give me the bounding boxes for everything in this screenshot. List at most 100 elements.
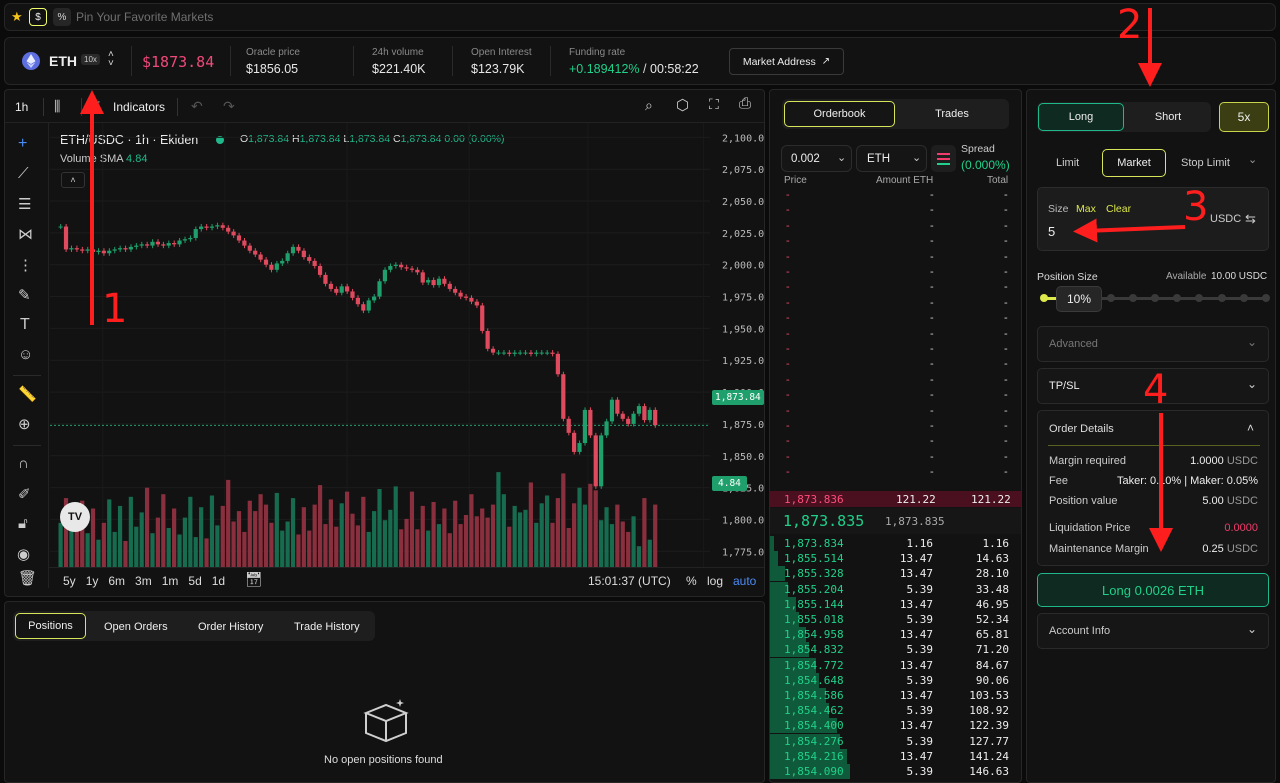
bid-row[interactable]: 1,854.772 13.47 84.67 — [770, 657, 1021, 673]
ask-row[interactable]: --- — [770, 219, 1021, 234]
slider-tick[interactable] — [1262, 294, 1270, 302]
slider-tick[interactable] — [1239, 294, 1248, 302]
candle-type-icon[interactable]: ⫼ — [54, 98, 60, 115]
tab-orderbook[interactable]: Orderbook — [784, 101, 895, 127]
ask-row[interactable]: --- — [770, 234, 1021, 249]
ask-row[interactable]: --- — [770, 419, 1021, 434]
time-range-button[interactable]: 6m — [108, 574, 125, 588]
tab-trades[interactable]: Trades — [897, 101, 1007, 127]
asset-select[interactable]: ETH ⌄ — [856, 145, 927, 172]
bid-row[interactable]: 1,873.834 1.16 1.16 — [770, 536, 1021, 551]
slider-tick[interactable] — [1217, 294, 1226, 302]
book-view-toggle[interactable] — [931, 145, 956, 172]
percent-scale-toggle[interactable]: % — [686, 574, 697, 588]
ask-row[interactable]: --- — [770, 296, 1021, 311]
ask-row[interactable]: --- — [770, 404, 1021, 419]
size-input-box[interactable]: Size Max Clear 5 USDC ⇆ — [1037, 187, 1269, 251]
tpsl-accordion[interactable]: TP/SL ⌄ — [1037, 368, 1269, 404]
bid-row[interactable]: 1,854.586 13.47 103.53 — [770, 688, 1021, 703]
submit-long-button[interactable]: Long 0.0026 ETH — [1037, 573, 1269, 607]
order-type-limit[interactable]: Limit — [1056, 157, 1079, 169]
ask-row[interactable]: --- — [770, 280, 1021, 295]
slider-tick[interactable] — [1151, 294, 1159, 302]
ask-row[interactable]: --- — [770, 203, 1021, 218]
ask-row[interactable]: --- — [770, 388, 1021, 403]
time-range-button[interactable]: 1y — [86, 574, 99, 588]
trend-line-icon[interactable]: ⟋ — [18, 165, 29, 182]
ask-row[interactable]: --- — [770, 450, 1021, 465]
slider-tick[interactable] — [1173, 294, 1182, 302]
time-range-button[interactable]: 3m — [135, 574, 152, 588]
bid-row[interactable]: 1,854.400 13.47 122.39 — [770, 718, 1021, 734]
dollar-filter-button[interactable]: $ — [29, 8, 47, 26]
zoom-in-icon[interactable]: ⊕ — [18, 415, 31, 433]
bid-row[interactable]: 1,855.204 5.39 33.48 — [770, 581, 1021, 597]
market-selector[interactable]: ETH 10x ˄ ˅ — [15, 48, 125, 74]
order-type-market[interactable]: Market — [1102, 149, 1166, 177]
market-address-button[interactable]: Market Address ↗ — [729, 48, 844, 75]
crosshair-icon[interactable]: + — [18, 135, 27, 153]
advanced-accordion[interactable]: Advanced ⌄ — [1037, 326, 1269, 362]
chevron-updown-icon[interactable]: ˄ ˅ — [108, 50, 114, 69]
pattern-icon[interactable]: ⋈ — [18, 225, 33, 243]
percent-filter-button[interactable]: % — [53, 8, 71, 26]
leverage-button[interactable]: 5x — [1219, 102, 1269, 132]
ask-row[interactable]: --- — [770, 265, 1021, 280]
tab-positions[interactable]: Positions — [15, 613, 86, 639]
undo-icon[interactable]: ↶ — [191, 98, 203, 115]
size-max-button[interactable]: Max — [1076, 203, 1096, 215]
bid-row[interactable]: 1,854.958 13.47 65.81 — [770, 627, 1021, 643]
size-input[interactable]: 5 — [1048, 224, 1055, 239]
ask-row[interactable]: --- — [770, 434, 1021, 449]
indicators-icon[interactable]: ƒ — [94, 99, 101, 113]
fib-icon[interactable]: ⋮ — [18, 256, 33, 274]
ask-row[interactable]: --- — [770, 311, 1021, 326]
bid-row[interactable]: 1,854.216 13.47 141.24 — [770, 748, 1021, 764]
time-range-button[interactable]: 5y — [63, 574, 76, 588]
slider-tick[interactable] — [1128, 294, 1137, 302]
horizontal-lines-icon[interactable]: ☰ — [18, 195, 31, 213]
emoji-icon[interactable]: ☺ — [18, 346, 33, 363]
bid-row[interactable]: 1,854.648 5.39 90.06 — [770, 672, 1021, 688]
tradingview-logo[interactable]: TV — [60, 502, 90, 532]
slider-tick[interactable] — [1040, 294, 1048, 302]
slider-value-badge[interactable]: 10% — [1056, 286, 1102, 312]
long-tab[interactable]: Long — [1038, 103, 1124, 131]
slider-tick[interactable] — [1195, 294, 1204, 302]
chevron-up-icon[interactable]: ˄ — [1247, 421, 1254, 435]
ruler-icon[interactable]: 📏 — [18, 385, 37, 403]
lock-icon[interactable]: 🔓︎ — [18, 515, 28, 532]
brush-icon[interactable]: ✎ — [18, 286, 31, 304]
slider-tick[interactable] — [1106, 294, 1115, 302]
alert-icon[interactable]: ⌕ — [645, 97, 653, 114]
camera-icon[interactable]: ⎙ — [739, 95, 751, 112]
eye-icon[interactable]: ◉ — [17, 545, 30, 563]
tab-trade-history[interactable]: Trade History — [294, 621, 360, 633]
settings-icon[interactable]: ⬡ — [676, 96, 689, 114]
ask-row[interactable]: --- — [770, 250, 1021, 265]
bid-row[interactable]: 1,855.018 5.39 52.34 — [770, 612, 1021, 627]
text-icon[interactable]: T — [20, 316, 30, 334]
size-clear-button[interactable]: Clear — [1106, 203, 1131, 215]
redo-icon[interactable]: ↷ — [223, 98, 235, 115]
order-details-title[interactable]: Order Details — [1049, 423, 1114, 435]
chevron-down-icon[interactable]: ⌄ — [1248, 153, 1257, 166]
fullscreen-icon[interactable]: ⛶ — [709, 96, 719, 113]
time-range-button[interactable]: 1m — [162, 574, 179, 588]
ask-row[interactable]: --- — [770, 327, 1021, 342]
time-range-button[interactable]: 5d — [188, 574, 201, 588]
ask-row[interactable]: --- — [770, 373, 1021, 388]
ask-row[interactable]: --- — [770, 465, 1021, 480]
bid-row[interactable]: 1,854.462 5.39 108.92 — [770, 703, 1021, 719]
account-info-accordion[interactable]: Account Info ⌄ — [1037, 613, 1269, 649]
indicators-button[interactable]: Indicators — [113, 100, 165, 114]
swap-icon[interactable]: ⇆ — [1245, 211, 1256, 227]
auto-scale-toggle[interactable]: auto — [733, 574, 756, 588]
bid-row[interactable]: 1,854.276 5.39 127.77 — [770, 733, 1021, 749]
order-type-stop-limit[interactable]: Stop Limit — [1181, 157, 1230, 169]
star-icon[interactable]: ★ — [11, 9, 23, 25]
trash-icon[interactable]: 🗑︎ — [18, 569, 37, 587]
tab-order-history[interactable]: Order History — [198, 621, 263, 633]
time-range-button[interactable]: 1d — [212, 574, 225, 588]
bid-row[interactable]: 1,854.090 5.39 146.63 — [770, 764, 1021, 779]
